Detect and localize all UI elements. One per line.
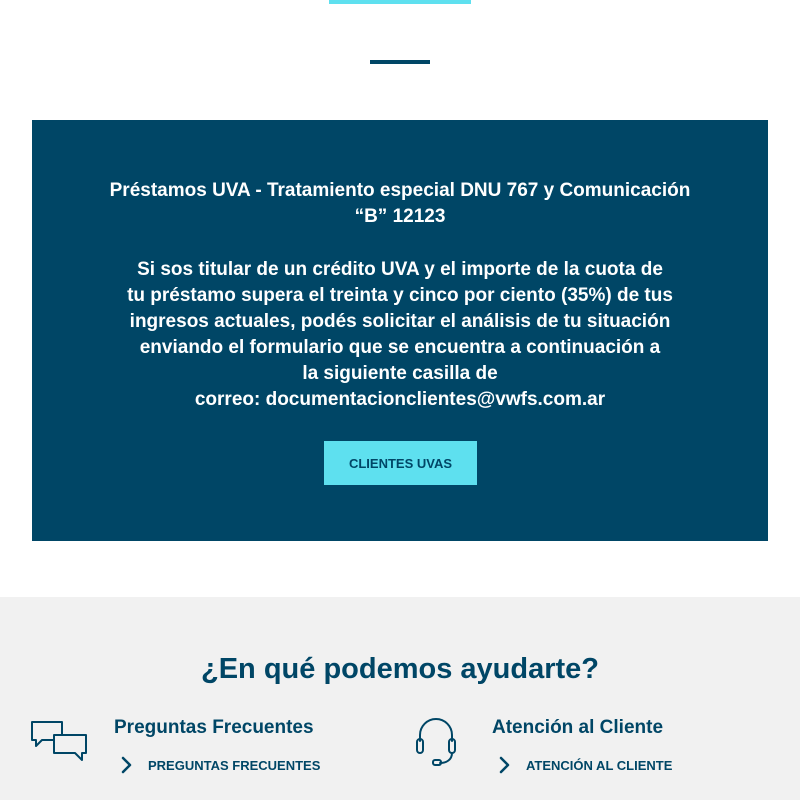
customer-service-heading: Atención al Cliente xyxy=(492,717,664,738)
uva-title: Préstamos UVA - Tratamiento especial DNU… xyxy=(109,180,691,227)
clientes-uvas-button[interactable]: CLIENTES UVAS xyxy=(324,441,477,485)
customer-service-link[interactable]: ATENCIÓN AL CLIENTE xyxy=(496,755,672,775)
top-accent-bar xyxy=(329,0,471,4)
uva-info-panel: Préstamos UVA - Tratamiento especial DNU… xyxy=(32,120,768,541)
help-section: ¿En qué podemos ayudarte? Preguntas Frec… xyxy=(0,597,800,800)
chevron-right-icon xyxy=(121,756,132,774)
uva-description: Si sos titular de un crédito UVA y el im… xyxy=(32,257,768,413)
uva-description-line: enviando el formulario que se encuentra … xyxy=(139,337,661,358)
faq-link-label: PREGUNTAS FRECUENTES xyxy=(148,757,321,773)
help-title: ¿En qué podemos ayudarte? xyxy=(201,653,599,685)
uva-description-line: ingresos actuales, podés solicitar el an… xyxy=(129,311,671,332)
chevron-right-icon xyxy=(499,756,510,774)
uva-description-line: Si sos titular de un crédito UVA y el im… xyxy=(137,259,663,280)
uva-description-line: tu préstamo supera el treinta y cinco po… xyxy=(127,285,673,306)
headset-icon xyxy=(416,718,456,766)
customer-service-link-label: ATENCIÓN AL CLIENTE xyxy=(526,757,673,773)
faq-heading: Preguntas Frecuentes xyxy=(114,717,314,738)
faq-link[interactable]: PREGUNTAS FRECUENTES xyxy=(118,755,320,775)
uva-description-line: la siguiente casilla de xyxy=(302,363,498,384)
uva-description-email-line: correo: documentacionclientes@vwfs.com.a… xyxy=(194,389,606,410)
chat-bubbles-icon xyxy=(31,721,87,761)
section-divider xyxy=(370,60,430,64)
